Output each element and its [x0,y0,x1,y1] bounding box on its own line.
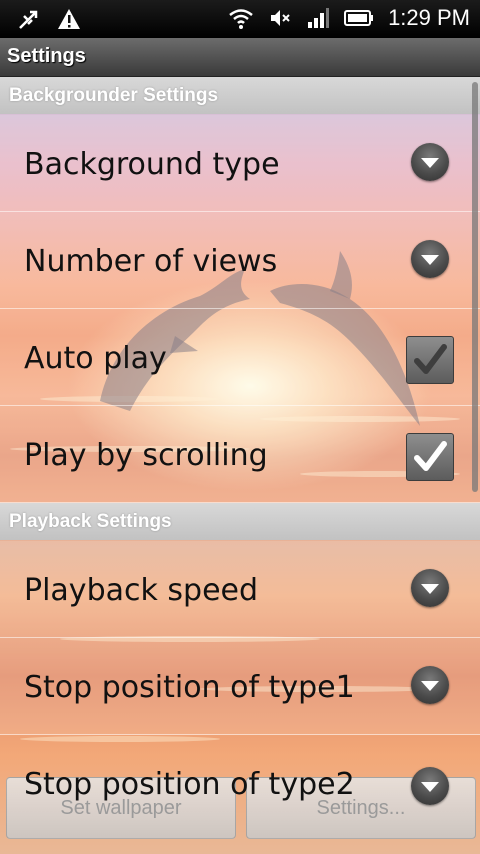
chevron-down-icon[interactable] [411,767,449,805]
chevron-down-icon[interactable] [411,569,449,607]
setting-label: Auto play [24,341,167,376]
scrollbar[interactable] [472,82,478,492]
setting-auto-play[interactable]: Auto play [0,309,480,406]
setting-label: Stop position of type2 [24,767,355,802]
section-header-playback: Playback Settings [0,503,480,540]
setting-label: Playback speed [24,573,259,608]
battery-icon [344,10,374,26]
auto-play-checkbox[interactable] [406,336,454,384]
setting-label: Background type [24,147,280,182]
setting-number-of-views[interactable]: Number of views [0,212,480,309]
page-title: Settings [7,45,86,67]
setting-stop-position-type2[interactable]: Stop position of type2 [0,735,480,831]
status-clock: 1:29 PM [388,5,470,30]
setting-label: Play by scrolling [24,438,268,473]
signal-icon [308,8,330,28]
setting-background-type[interactable]: Background type [0,115,480,212]
play-by-scrolling-checkbox[interactable] [406,433,454,481]
wifi-icon [229,9,253,29]
status-bar: 1:29 PM [0,0,480,38]
chevron-down-icon[interactable] [411,240,449,278]
setting-playback-speed[interactable]: Playback speed [0,541,480,638]
warning-icon [58,9,80,29]
setting-stop-position-type1[interactable]: Stop position of type1 [0,638,480,735]
chevron-down-icon[interactable] [411,666,449,704]
setting-play-by-scrolling[interactable]: Play by scrolling [0,406,480,503]
section-header-backgrounder: Backgrounder Settings [0,77,480,114]
setting-label: Number of views [24,244,278,279]
volume-muted-icon [271,10,290,26]
checkmark-icon [414,344,447,374]
usb-debug-icon [19,10,38,29]
checkmark-icon [414,441,447,471]
section-header-label: Playback Settings [9,511,172,532]
title-bar: Settings [0,38,480,77]
chevron-down-icon[interactable] [411,143,449,181]
setting-label: Stop position of type1 [24,670,355,705]
section-header-label: Backgrounder Settings [9,85,219,106]
